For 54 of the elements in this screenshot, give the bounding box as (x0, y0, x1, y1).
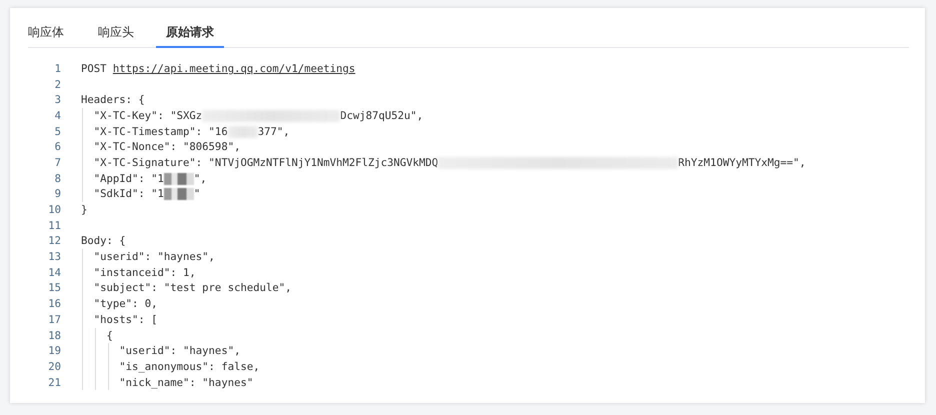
line-number: 20 (47, 360, 61, 373)
code-text: "SdkId": "1 (92, 188, 164, 200)
redaction-blur-icon (202, 110, 340, 122)
line-number: 11 (47, 220, 61, 232)
code-text: "X-TC-Nonce": "806598", (92, 141, 240, 154)
code-text: "X-TC-Signature": "NTVjOGMzNTFlNjY1NmVhM2FlZjc3NGVkMDQ (92, 156, 438, 169)
code-text: } (81, 204, 88, 216)
line-number: 2 (54, 78, 61, 91)
code-text: "AppId": "1 (92, 172, 164, 185)
code-text: { (106, 330, 113, 342)
code-text: "userid": "haynes", (118, 345, 240, 358)
redaction-blur-icon (228, 126, 258, 138)
line-number: 8 (54, 172, 61, 185)
line-number: 3 (54, 94, 61, 106)
line-number: 5 (54, 126, 61, 138)
tab[interactable]: 响应体 (28, 22, 64, 48)
line-number: 10 (47, 204, 61, 216)
line-number: 13 (47, 251, 61, 264)
redaction-pixel-icon (164, 188, 194, 200)
redaction-blur-icon (438, 156, 678, 169)
code-text: " (194, 188, 200, 200)
code-text: Dcwj87qU52u", (340, 110, 424, 122)
tab[interactable]: 响应头 (98, 22, 134, 48)
code-text: RhYzM1OWYyMTYxMg==", (678, 156, 806, 169)
line-number: 19 (47, 345, 61, 358)
line-number: 7 (54, 156, 61, 169)
code-text: "type": 0, (92, 298, 158, 310)
code-text: "instanceid": 1, (92, 266, 196, 279)
code-text: "nick_name": "haynes" (118, 376, 254, 389)
line-number: 14 (47, 266, 61, 279)
line-number: 16 (47, 298, 61, 310)
code-text: "X-TC-Timestamp": "16 (92, 126, 228, 138)
code-text: "subject": "test pre schedule", (92, 282, 292, 294)
url-link[interactable]: https://api.meeting.qq.com/v1/meetings (112, 62, 356, 75)
line-number: 15 (47, 282, 61, 294)
line-number: 12 (47, 235, 61, 248)
code-text: 377", (258, 126, 290, 138)
line-number: 6 (54, 141, 61, 154)
code-text: POST (81, 62, 108, 75)
code-text: "is_anonymous": false, (118, 360, 260, 373)
tab[interactable]: 原始请求 (156, 22, 224, 48)
redaction-pixel-icon (164, 172, 194, 185)
code-text: Headers: { (81, 94, 145, 106)
code-text: ", (194, 172, 207, 185)
line-number: 9 (54, 188, 61, 200)
line-number: 18 (47, 330, 61, 342)
code-text: "userid": "haynes", (92, 251, 215, 264)
line-number: 4 (54, 110, 61, 122)
code-text: "X-TC-Key": "SXGz (92, 110, 202, 122)
code-text: "hosts": [ (92, 314, 158, 326)
line-number: 1 (54, 62, 61, 75)
code-text: Body: { (81, 235, 126, 248)
line-number: 21 (47, 376, 61, 389)
line-number: 17 (47, 314, 61, 326)
